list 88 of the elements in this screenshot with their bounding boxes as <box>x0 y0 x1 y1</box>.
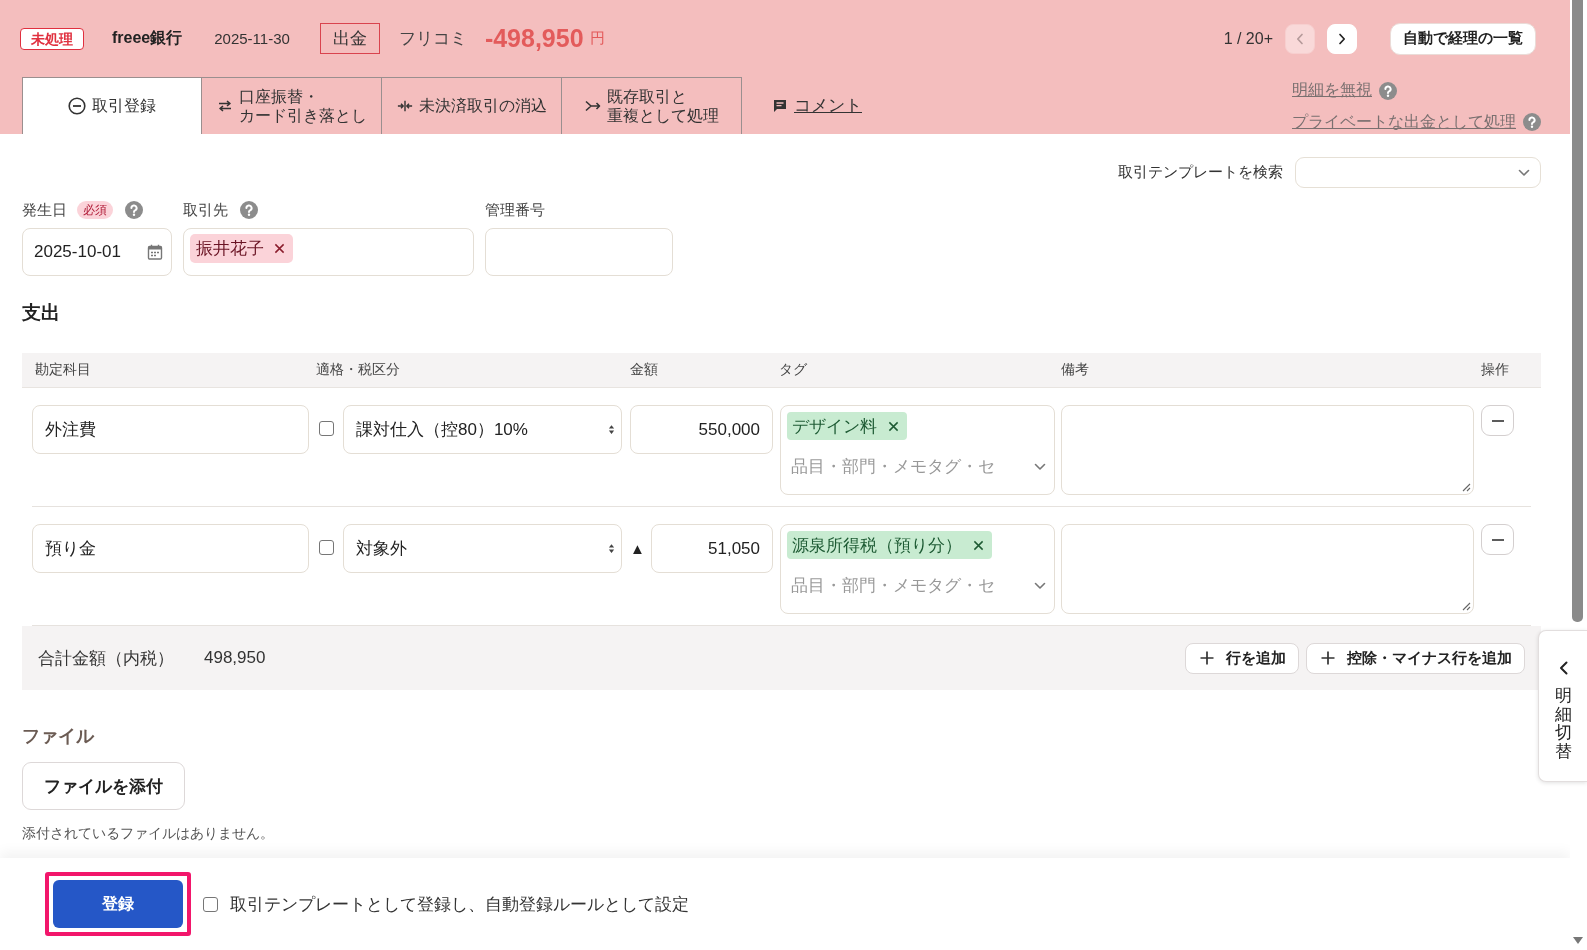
tab[interactable]: 取引登録 <box>22 77 202 134</box>
help-icon[interactable] <box>240 201 258 219</box>
help-icon[interactable] <box>1523 113 1541 132</box>
column-header: 備考 <box>1060 361 1090 379</box>
comment-link[interactable]: コメント <box>773 94 862 117</box>
bank-name: freee銀行 <box>112 28 183 48</box>
chevron-down-icon <box>1034 581 1046 590</box>
attach-file-button[interactable]: ファイルを添付 <box>22 762 185 810</box>
swap-arrows-icon <box>216 99 233 113</box>
account-field[interactable]: 預り金 <box>32 524 309 573</box>
management-number-field[interactable] <box>485 228 673 276</box>
next-page-button[interactable] <box>1327 23 1357 54</box>
field-label: 取引先 <box>183 200 228 220</box>
checkbox[interactable] <box>203 896 218 912</box>
required-badge: 必須 <box>77 201 113 219</box>
field-label: 取引テンプレートを検索 <box>1118 163 1283 182</box>
tab[interactable]: 未決済取引の消込 <box>382 77 562 134</box>
memo-field[interactable] <box>1061 405 1474 495</box>
section-title: ファイル <box>22 726 96 746</box>
resize-handle-icon <box>1461 482 1471 492</box>
checkbox[interactable] <box>318 540 334 555</box>
add-row-button[interactable]: 行を追加 <box>1185 642 1299 674</box>
close-icon[interactable] <box>274 243 285 254</box>
plus-icon <box>1200 651 1214 665</box>
remove-row-button[interactable] <box>1481 405 1514 436</box>
field-label: 管理番号 <box>485 200 545 220</box>
tag-label: 源泉所得税（預り分） <box>792 534 962 557</box>
column-header: 適格・税区分 <box>315 361 401 379</box>
column-header: 金額 <box>629 361 659 379</box>
sort-arrows-icon <box>608 543 615 554</box>
checkbox[interactable] <box>318 421 334 436</box>
comment-icon <box>773 98 787 113</box>
column-header: 操作 <box>1480 361 1510 379</box>
empty-message: 添付されているファイルはありません。 <box>22 824 275 843</box>
transaction-date: 2025-11-30 <box>214 30 290 47</box>
amount-field[interactable]: 51,050 <box>651 524 773 573</box>
column-header: タグ <box>778 361 808 379</box>
chevron-left-icon <box>1558 661 1568 675</box>
merge-arrow-icon <box>584 99 601 113</box>
sort-arrows-icon <box>608 424 615 435</box>
column-header: 勘定科目 <box>34 361 92 379</box>
scrollbar-thumb[interactable] <box>1572 0 1583 622</box>
tag-label: デザイン料 <box>792 415 877 438</box>
account-field[interactable]: 外注費 <box>32 405 309 454</box>
minus-circle-icon <box>68 97 86 115</box>
transaction-amount: -498,950 <box>484 24 584 53</box>
converge-arrows-icon <box>396 99 413 113</box>
help-icon[interactable] <box>125 201 143 219</box>
tax-category-select[interactable]: 課対仕入（控80）10% <box>343 405 622 454</box>
total-label: 合計金額（内税） <box>38 647 174 670</box>
tab[interactable]: 口座振替・ カード引き落とし <box>202 77 382 134</box>
list-button[interactable]: 自動で経理の一覧 <box>1390 22 1536 55</box>
minus-icon <box>1491 538 1504 541</box>
chevron-down-icon <box>1518 168 1530 177</box>
checkbox-label: 取引テンプレートとして登録し、自動登録ルールとして設定 <box>230 893 689 916</box>
tag-label: 振井花子 <box>196 238 264 260</box>
transaction-description: フリコミ <box>398 28 467 50</box>
amount-field[interactable]: 550,000 <box>630 405 773 454</box>
close-icon[interactable] <box>888 420 899 432</box>
remove-row-button[interactable] <box>1481 524 1514 555</box>
add-row-button[interactable]: 控除・マイナス行を追加 <box>1306 642 1525 674</box>
plus-icon <box>1321 651 1335 665</box>
help-icon[interactable] <box>1379 81 1397 100</box>
side-tab[interactable]: 明細切替 <box>1538 630 1587 782</box>
tag-field[interactable]: デザイン料 品目・部門・メモタグ・セ <box>780 405 1055 495</box>
submit-button[interactable]: 登録 <box>53 880 183 928</box>
deduction-mark: ▲ <box>630 539 643 559</box>
section-title: 支出 <box>22 301 61 325</box>
date-field[interactable]: 2025-10-01 <box>22 228 172 276</box>
memo-field[interactable] <box>1061 524 1474 614</box>
total-amount: 498,950 <box>204 648 266 668</box>
chevron-left-icon <box>1296 32 1304 45</box>
calendar-icon <box>147 244 163 260</box>
currency-unit: 円 <box>589 29 605 48</box>
field-label: 発生日 <box>22 200 67 220</box>
chevron-down-icon <box>1034 462 1046 471</box>
status-badge: 未処理 <box>20 27 84 50</box>
page-position: 1 / 20+ <box>1223 29 1273 48</box>
tab[interactable]: 既存取引と 重複として処理 <box>562 77 742 134</box>
minus-icon <box>1491 419 1504 422</box>
chevron-right-icon <box>1338 32 1346 45</box>
scroll-down-arrow-icon[interactable] <box>1573 937 1583 944</box>
tag-field[interactable]: 源泉所得税（預り分） 品目・部門・メモタグ・セ <box>780 524 1055 614</box>
partner-field[interactable]: 振井花子 <box>183 228 474 276</box>
direction-badge: 出金 <box>319 23 380 54</box>
resize-handle-icon <box>1461 601 1471 611</box>
close-icon[interactable] <box>973 539 984 551</box>
tax-category-select[interactable]: 対象外 <box>343 524 622 573</box>
